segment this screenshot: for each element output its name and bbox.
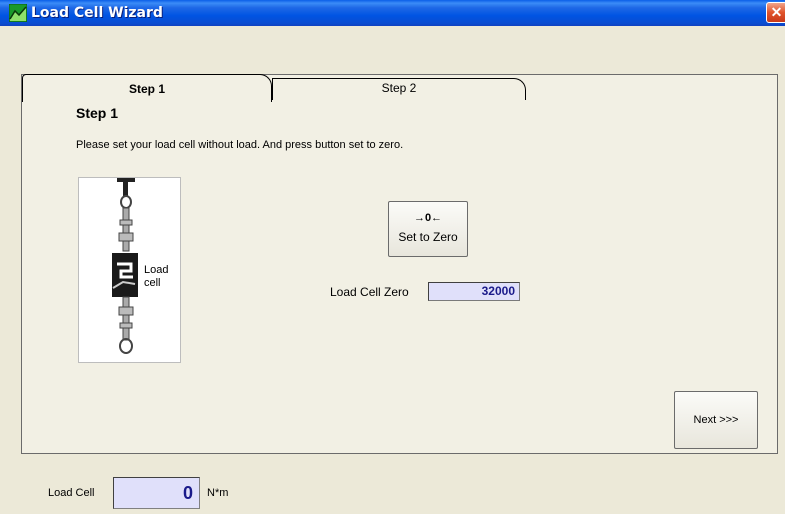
load-cell-label: Load cell <box>144 264 168 290</box>
status-bar: Load Cell 0 N*m <box>0 458 785 514</box>
tab-strip: Step 1 Step 2 <box>0 26 785 102</box>
load-cell-value-field: 0 <box>113 477 200 509</box>
step-instructions: Please set your load cell without load. … <box>76 139 404 151</box>
zero-arrows-icon: →0← <box>413 212 443 224</box>
tab-step-2[interactable]: Step 2 <box>272 78 526 100</box>
step-heading: Step 1 <box>76 105 119 121</box>
close-icon: ✕ <box>770 4 783 20</box>
load-cell-status-label: Load Cell <box>48 487 95 499</box>
close-button[interactable]: ✕ <box>766 2 785 23</box>
load-cell-illustration: Load cell <box>78 177 181 363</box>
set-to-zero-label: Set to Zero <box>398 230 458 244</box>
next-button[interactable]: Next >>> <box>674 391 758 449</box>
app-icon <box>9 4 27 22</box>
load-cell-wizard-window: Load Cell Wizard ✕ Step 1 Step 2 Step 1 … <box>0 0 785 514</box>
load-cell-unit: N*m <box>207 487 229 499</box>
window-title: Load Cell Wizard <box>31 5 163 21</box>
load-cell-label-line2: cell <box>144 277 161 289</box>
load-cell-zero-label: Load Cell Zero <box>330 285 409 299</box>
set-to-zero-button[interactable]: →0← Set to Zero <box>388 201 468 257</box>
step-panel: Step 1 Please set your load cell without… <box>21 74 778 454</box>
title-bar: Load Cell Wizard ✕ <box>0 0 785 26</box>
load-cell-label-line1: Load <box>144 264 169 276</box>
load-cell-zero-field[interactable]: 32000 <box>428 282 520 301</box>
tab-step-1[interactable]: Step 1 <box>22 74 272 102</box>
